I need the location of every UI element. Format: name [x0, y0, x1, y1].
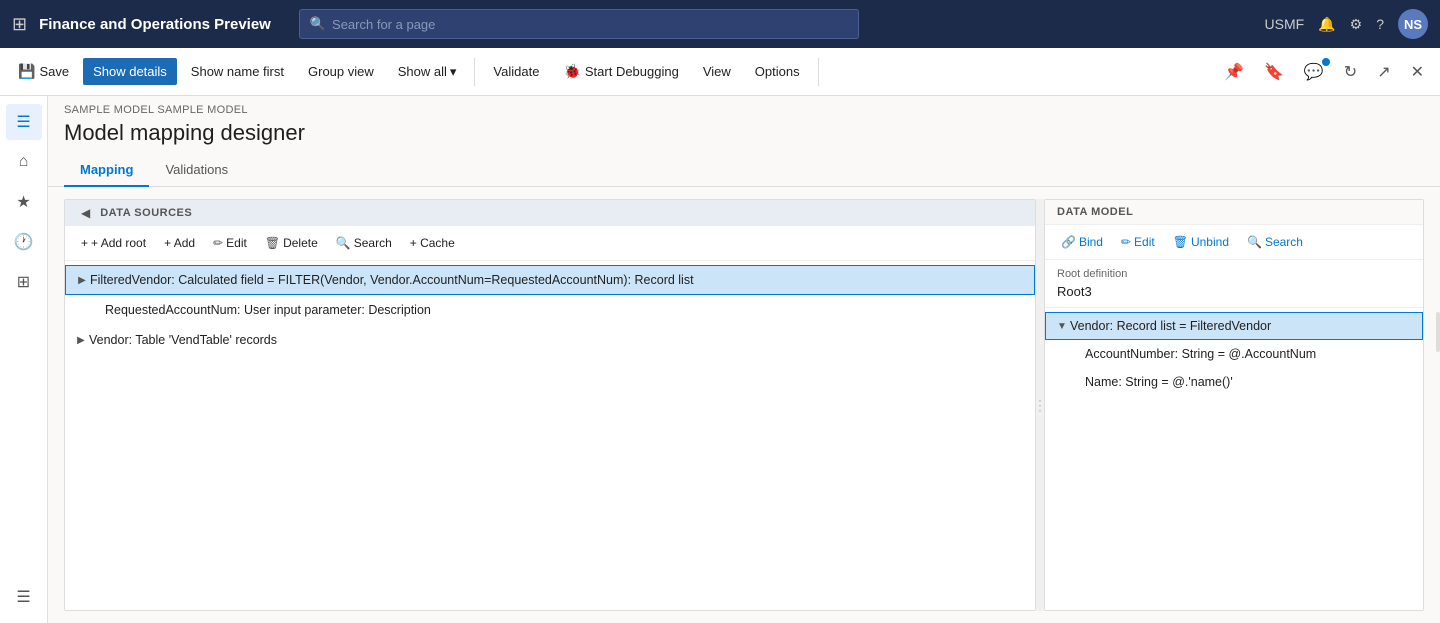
sidebar-item-menu[interactable]: ☰	[6, 104, 42, 140]
tree-item[interactable]: ▶ Vendor: Table 'VendTable' records	[65, 325, 1035, 355]
start-debugging-button[interactable]: 🐞 Start Debugging	[553, 57, 688, 86]
search-ds-button[interactable]: 🔍 Search	[328, 232, 400, 254]
dm-expand-icon[interactable]: ▼	[1054, 318, 1070, 334]
grid-icon[interactable]: ⊞	[12, 14, 27, 35]
datamodel-pane: DATA MODEL 🔗 Bind ✏ Edit 🗑 Unbind	[1044, 199, 1424, 611]
bookmark-icon[interactable]: 🔖	[1256, 56, 1292, 88]
validate-button[interactable]: Validate	[483, 58, 549, 85]
tree-item[interactable]: ▶ FilteredVendor: Calculated field = FIL…	[65, 265, 1035, 295]
settings-icon[interactable]: ⚙	[1350, 16, 1363, 33]
topbar-right: USMF 🔔 ⚙ ? NS	[1265, 9, 1428, 39]
dm-item[interactable]: ▶ AccountNumber: String = @.AccountNum	[1045, 340, 1423, 368]
open-new-icon[interactable]: ↗	[1369, 56, 1398, 88]
delete-icon: 🗑	[265, 236, 280, 250]
main-layout: ☰ ⌂ ★ 🕐 ⊞ ☰ SAMPLE MODEL SAMPLE MODEL Mo…	[0, 96, 1440, 623]
group-view-button[interactable]: Group view	[298, 58, 384, 85]
tab-mapping[interactable]: Mapping	[64, 154, 149, 187]
search-icon: 🔍	[310, 16, 326, 32]
save-icon: 💾	[18, 63, 35, 80]
dm-item-text: Name: String = @.'name()'	[1085, 375, 1233, 389]
content-area: ◀ DATA SOURCES + + Add root + Add ✏ Edit	[48, 187, 1440, 623]
sidebar-item-favorites[interactable]: ★	[6, 184, 42, 220]
ribbon-sep-1	[474, 58, 475, 86]
bug-icon: 🐞	[563, 63, 580, 80]
ribbon: 💾 Save Show details Show name first Grou…	[0, 48, 1440, 96]
edit-dm-button[interactable]: ✏ Edit	[1113, 231, 1163, 253]
datasources-header: ◀ DATA SOURCES	[65, 200, 1035, 226]
sidebar-item-home[interactable]: ⌂	[6, 144, 42, 180]
cache-button[interactable]: + Cache	[402, 232, 463, 254]
add-root-button[interactable]: + + Add root	[73, 232, 154, 254]
breadcrumb: SAMPLE MODEL SAMPLE MODEL	[48, 96, 1440, 116]
datamodel-toolbar: 🔗 Bind ✏ Edit 🗑 Unbind 🔍 Search	[1045, 225, 1423, 260]
add-root-icon: +	[81, 236, 88, 250]
refresh-icon[interactable]: ↻	[1336, 56, 1365, 88]
root-def-value: Root3	[1057, 284, 1411, 299]
datasources-toolbar: + + Add root + Add ✏ Edit 🗑 Delete	[65, 226, 1035, 261]
show-all-button[interactable]: Show all ▾	[388, 58, 467, 86]
tree-item-text: Vendor: Table 'VendTable' records	[89, 333, 277, 347]
options-button[interactable]: Options	[745, 58, 810, 85]
bind-button[interactable]: 🔗 Bind	[1053, 231, 1111, 253]
root-def-label: Root definition	[1057, 268, 1411, 280]
search-input[interactable]	[332, 17, 848, 32]
close-icon[interactable]: ✕	[1403, 56, 1432, 88]
datasources-expand-btn[interactable]: ◀	[77, 206, 94, 220]
tree-item-text: FilteredVendor: Calculated field = FILTE…	[90, 273, 694, 287]
sidebar-item-list[interactable]: ☰	[6, 579, 42, 615]
view-button[interactable]: View	[693, 58, 741, 85]
tree-expand-icon[interactable]: ▶	[74, 272, 90, 288]
datasources-tree: ▶ FilteredVendor: Calculated field = FIL…	[65, 261, 1035, 610]
pin-icon[interactable]: 📌	[1216, 56, 1252, 88]
page-title: Model mapping designer	[48, 116, 1440, 154]
dm-item-text: AccountNumber: String = @.AccountNum	[1085, 347, 1316, 361]
search-dm-button[interactable]: 🔍 Search	[1239, 231, 1311, 253]
tree-expand-icon[interactable]: ▶	[73, 332, 89, 348]
datamodel-header: DATA MODEL	[1045, 200, 1423, 225]
edit-dm-icon: ✏	[1121, 235, 1131, 249]
ribbon-right-controls: 📌 🔖 💬 ↻ ↗ ✕	[1216, 56, 1432, 88]
main-content: SAMPLE MODEL SAMPLE MODEL Model mapping …	[48, 96, 1440, 623]
delete-button[interactable]: 🗑 Delete	[257, 232, 326, 254]
notification-button[interactable]: 💬	[1296, 56, 1332, 88]
datasources-title: DATA SOURCES	[100, 207, 192, 219]
show-name-button[interactable]: Show name first	[181, 58, 294, 85]
resize-handle[interactable]: ⋮	[1036, 199, 1044, 611]
search-ds-icon: 🔍	[336, 236, 351, 250]
app-title: Finance and Operations Preview	[39, 16, 271, 33]
search-box[interactable]: 🔍	[299, 9, 859, 39]
search-dm-icon: 🔍	[1247, 235, 1262, 249]
help-icon[interactable]: ?	[1376, 16, 1384, 32]
tabs: Mapping Validations	[48, 154, 1440, 187]
bind-icon: 🔗	[1061, 235, 1076, 249]
sidebar-item-workspaces[interactable]: ⊞	[6, 264, 42, 300]
ribbon-sep-2	[818, 58, 819, 86]
dm-item[interactable]: ▼ Vendor: Record list = FilteredVendor	[1045, 312, 1423, 340]
usmf-label: USMF	[1265, 16, 1305, 32]
tree-item-text: RequestedAccountNum: User input paramete…	[105, 303, 431, 317]
add-button[interactable]: + Add	[156, 232, 203, 254]
notification-badge	[1322, 58, 1330, 66]
tree-item[interactable]: ▶ RequestedAccountNum: User input parame…	[65, 295, 1035, 325]
root-definition-section: Root definition Root3	[1045, 260, 1423, 308]
sidebar: ☰ ⌂ ★ 🕐 ⊞ ☰	[0, 96, 48, 623]
bell-icon[interactable]: 🔔	[1318, 16, 1335, 33]
edit-button[interactable]: ✏ Edit	[205, 232, 255, 254]
save-button[interactable]: 💾 Save	[8, 57, 79, 86]
edit-icon: ✏	[213, 236, 223, 250]
datamodel-tree: ▼ Vendor: Record list = FilteredVendor ▶…	[1045, 308, 1423, 610]
sidebar-item-recent[interactable]: 🕐	[6, 224, 42, 260]
chevron-down-icon: ▾	[450, 64, 457, 80]
dm-item[interactable]: ▶ Name: String = @.'name()'	[1045, 368, 1423, 396]
dm-item-text: Vendor: Record list = FilteredVendor	[1070, 319, 1271, 333]
avatar[interactable]: NS	[1398, 9, 1428, 39]
tab-validations[interactable]: Validations	[149, 154, 244, 187]
unbind-icon: 🗑	[1173, 235, 1188, 249]
unbind-button[interactable]: 🗑 Unbind	[1165, 231, 1237, 253]
topbar: ⊞ Finance and Operations Preview 🔍 USMF …	[0, 0, 1440, 48]
datasources-pane: ◀ DATA SOURCES + + Add root + Add ✏ Edit	[64, 199, 1036, 611]
show-details-button[interactable]: Show details	[83, 58, 177, 85]
